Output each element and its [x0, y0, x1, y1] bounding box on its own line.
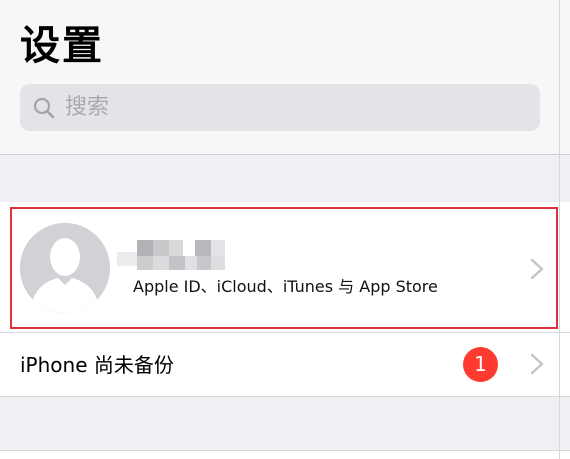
- page-title: 设置: [20, 23, 104, 69]
- section-gap: [0, 398, 570, 450]
- chevron-right-icon: [530, 353, 544, 375]
- section-gap: [0, 156, 570, 202]
- avatar-placeholder-icon: [20, 223, 110, 313]
- notification-badge: 1: [463, 347, 498, 382]
- chevron-right-icon: [530, 258, 544, 280]
- search-bar[interactable]: 搜索: [20, 84, 540, 131]
- settings-header: 设置 搜索: [0, 0, 570, 155]
- avatar: [20, 223, 110, 313]
- apple-id-subtitle: Apple ID、iCloud、iTunes 与 App Store: [133, 277, 438, 296]
- backup-label: iPhone 尚未备份: [20, 353, 174, 377]
- next-settings-row[interactable]: [0, 450, 570, 459]
- search-icon: [33, 97, 55, 119]
- profile-name-redacted: [117, 238, 227, 274]
- search-placeholder: 搜索: [65, 95, 110, 120]
- backup-status-row[interactable]: iPhone 尚未备份 1: [0, 333, 570, 397]
- divider: [559, 0, 560, 459]
